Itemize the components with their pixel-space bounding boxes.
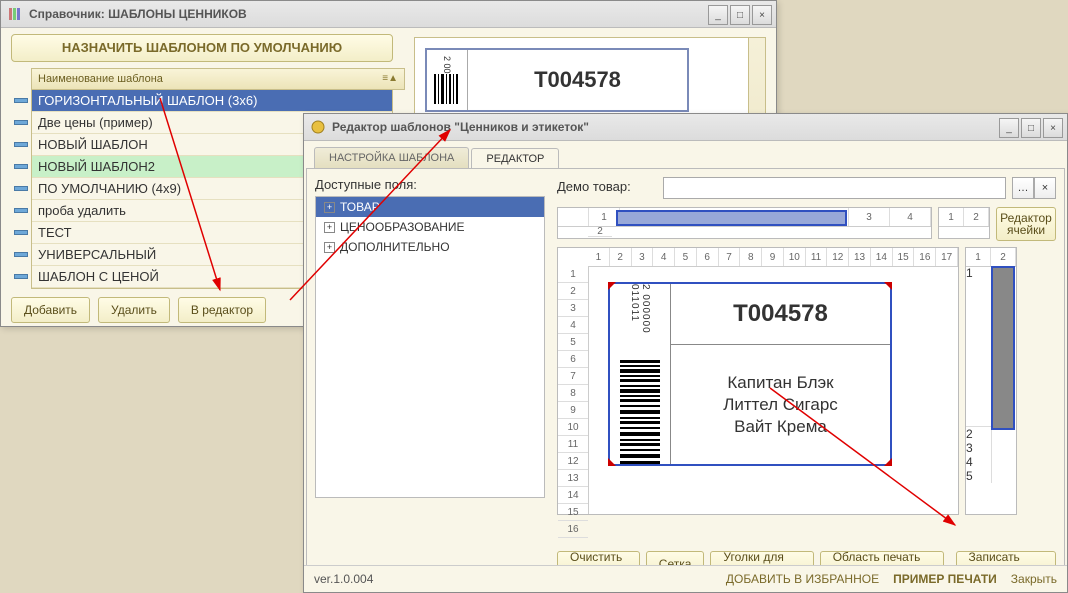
row-marker-icon <box>14 274 28 279</box>
corner-marker-icon <box>884 458 892 466</box>
tree-item[interactable]: ЦЕНООБРАЗОВАНИЕ <box>316 217 544 237</box>
row-marker-icon <box>14 120 28 125</box>
barcode-cell: 2 000000 011011 <box>610 284 671 464</box>
app-icon <box>310 119 326 135</box>
description-cell: Капитан Блэк Литтел Сигарс Вайт Крема <box>671 345 890 464</box>
row-marker-icon <box>14 208 28 213</box>
row-marker-icon <box>14 230 28 235</box>
set-default-button[interactable]: НАЗНАЧИТЬ ШАБЛОНОМ ПО УМОЛЧАНИЮ <box>11 34 393 62</box>
demo-label: Демо товар: <box>557 179 657 194</box>
editor-body: Доступные поля: ТОВАР ЦЕНООБРАЗОВАНИЕ ДО… <box>306 168 1065 586</box>
layout-overview-grid[interactable]: 1 2 3 4 2 <box>557 207 932 239</box>
titlebar[interactable]: Справочник: ШАБЛОНЫ ЦЕННИКОВ _ □ × <box>1 1 776 28</box>
editor-window: Редактор шаблонов "Ценников и этикеток" … <box>303 113 1068 593</box>
tree-item[interactable]: ТОВАР <box>316 197 544 217</box>
minimize-button[interactable]: _ <box>999 118 1019 138</box>
tab-editor[interactable]: РЕДАКТОР <box>471 148 559 169</box>
row-marker-icon <box>14 186 28 191</box>
print-preview-link[interactable]: ПРИМЕР ПЕЧАТИ <box>893 572 997 586</box>
maximize-button[interactable]: □ <box>730 5 750 25</box>
window-title: Редактор шаблонов "Ценников и этикеток" <box>332 120 589 134</box>
list-item[interactable]: ГОРИЗОНТАЛЬНЫЙ ШАБЛОН (3x6) <box>32 90 392 112</box>
tab-settings[interactable]: НАСТРОЙКА ШАБЛОНА <box>314 147 469 168</box>
row-marker-icon <box>14 252 28 257</box>
to-editor-button[interactable]: В редактор <box>178 297 266 323</box>
corner-marker-icon <box>608 282 616 290</box>
cell-editor-button[interactable]: Редактор ячейки <box>996 207 1056 241</box>
close-link[interactable]: Закрыть <box>1011 572 1057 586</box>
tag-canvas[interactable]: 2 000000 011011 <box>608 282 892 466</box>
tag-preview: 2 00 T004578 <box>425 48 689 112</box>
code-label: T004578 <box>468 50 687 110</box>
demo-input[interactable] <box>663 177 1006 199</box>
minimize-button[interactable]: _ <box>708 5 728 25</box>
side-grid[interactable]: 12 1 2 3 4 5 <box>965 247 1017 515</box>
sort-icon: ≡▲ <box>382 73 398 84</box>
close-button[interactable]: × <box>752 5 772 25</box>
window-title: Справочник: ШАБЛОНЫ ЦЕННИКОВ <box>29 7 247 21</box>
maximize-button[interactable]: □ <box>1021 118 1041 138</box>
fields-tree: ТОВАР ЦЕНООБРАЗОВАНИЕ ДОПОЛНИТЕЛЬНО <box>315 196 545 498</box>
titlebar[interactable]: Редактор шаблонов "Ценников и этикеток" … <box>304 114 1067 141</box>
clear-button[interactable]: × <box>1034 177 1056 199</box>
barcode-icon: 2 00 <box>427 50 468 110</box>
grid-header[interactable]: Наименование шаблона ≡▲ <box>31 68 405 90</box>
delete-button[interactable]: Удалить <box>98 297 170 323</box>
main-layout-grid[interactable]: 1 2 3 4 5 6 7 8 9 10 11 12 13 14 <box>557 247 959 515</box>
status-bar: ver.1.0.004 ДОБАВИТЬ В ИЗБРАННОЕ ПРИМЕР … <box>304 565 1067 592</box>
available-fields-label: Доступные поля: <box>315 177 545 192</box>
ellipsis-button[interactable]: … <box>1012 177 1034 199</box>
side-region[interactable] <box>991 266 1015 430</box>
corner-marker-icon <box>884 282 892 290</box>
side-mini-grid[interactable]: 12 <box>938 207 990 239</box>
row-marker-icon <box>14 98 28 103</box>
column-header-label: Наименование шаблона <box>38 73 163 85</box>
row-marker-icon <box>14 142 28 147</box>
close-button[interactable]: × <box>1043 118 1063 138</box>
version-label: ver.1.0.004 <box>314 572 373 586</box>
row-marker-icon <box>14 164 28 169</box>
layout-region[interactable] <box>616 210 847 226</box>
add-favorite-link[interactable]: ДОБАВИТЬ В ИЗБРАННОЕ <box>726 572 879 586</box>
app-icon <box>7 6 23 22</box>
code-cell: T004578 <box>671 284 890 345</box>
corner-marker-icon <box>608 458 616 466</box>
tree-item[interactable]: ДОПОЛНИТЕЛЬНО <box>316 237 544 257</box>
add-button[interactable]: Добавить <box>11 297 90 323</box>
